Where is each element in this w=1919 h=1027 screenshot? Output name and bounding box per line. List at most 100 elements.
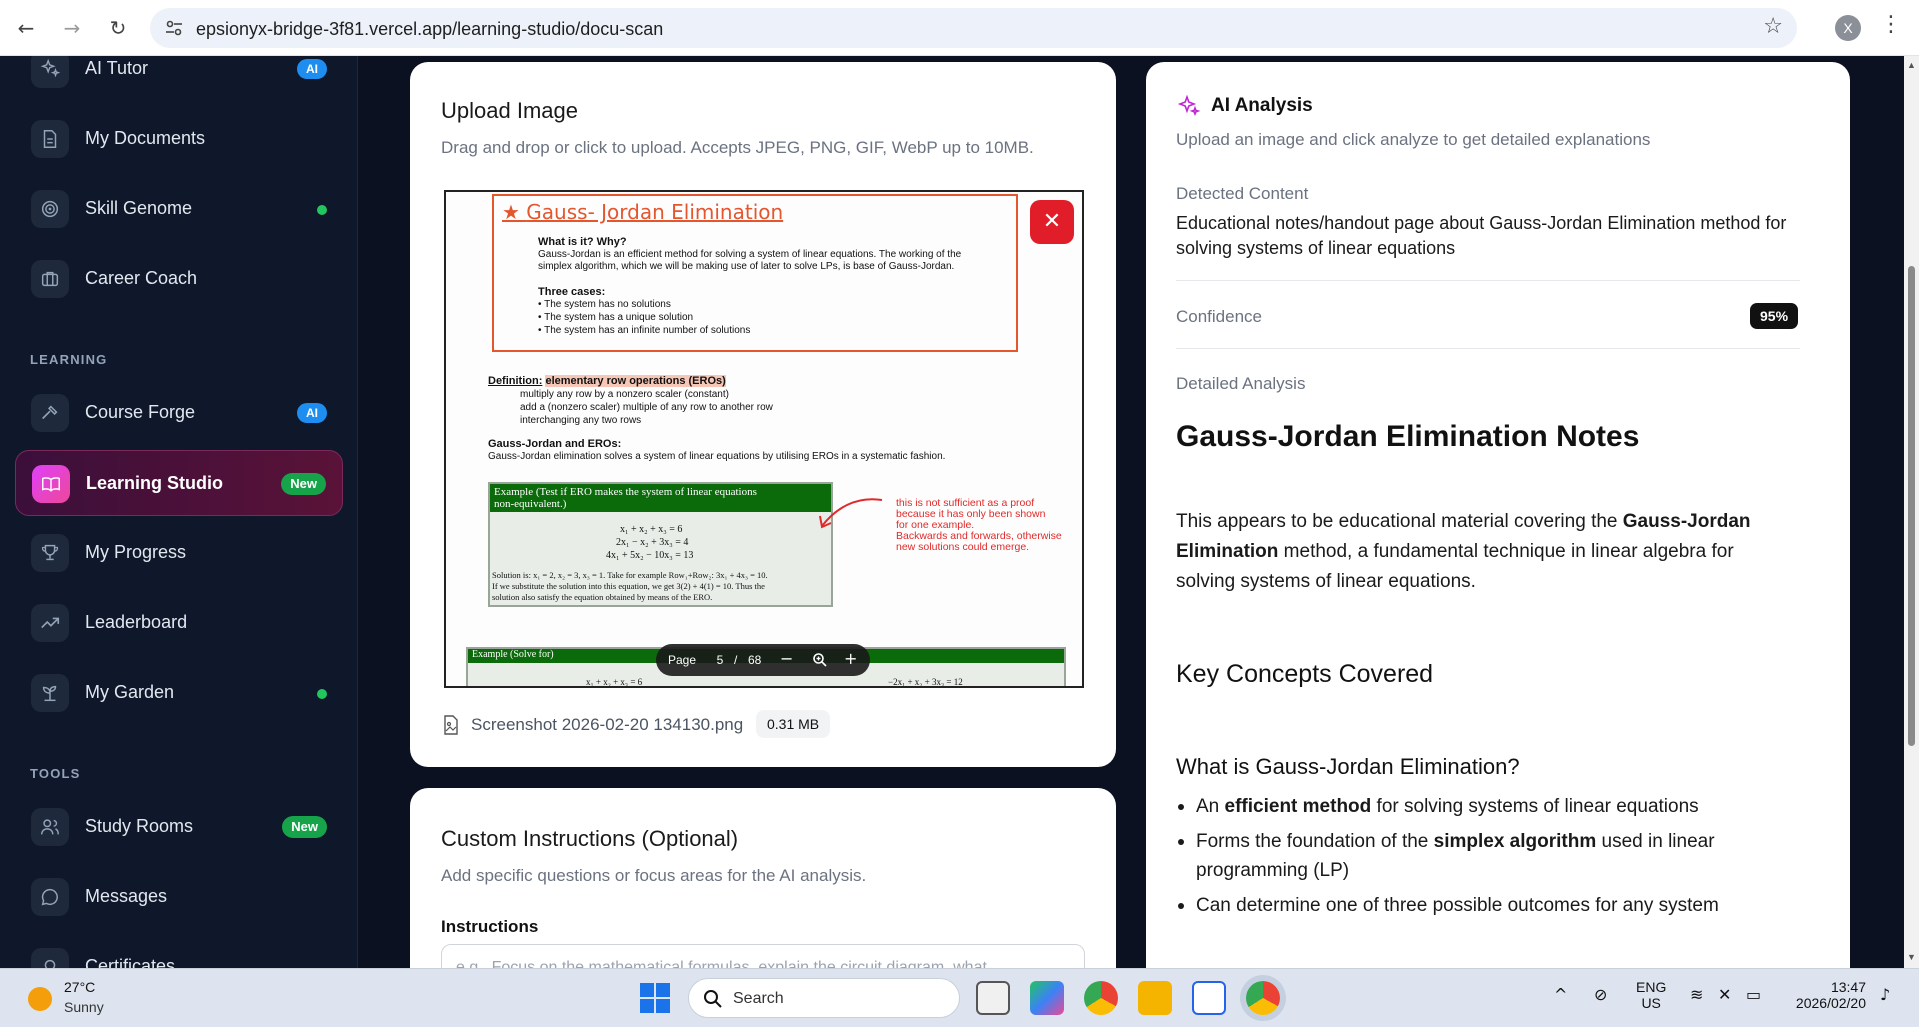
hammer-icon (31, 394, 69, 432)
store-icon[interactable] (1192, 981, 1226, 1015)
image-file-icon (444, 715, 458, 735)
what-is-heading: What is Gauss-Jordan Elimination? (1176, 754, 1520, 779)
doc-case: • The system has a unique solution (538, 312, 694, 323)
divider (1176, 348, 1800, 349)
bookmark-star-icon[interactable]: ☆ (1763, 14, 1783, 39)
site-settings-icon[interactable] (164, 18, 184, 38)
sidebar-item-my-progress[interactable]: My Progress (15, 520, 343, 586)
forward-icon[interactable]: → (56, 12, 88, 44)
windows-start-icon[interactable] (640, 983, 670, 1013)
sidebar-item-label: My Garden (85, 682, 175, 702)
trophy-icon (31, 534, 69, 572)
chevron-up-icon[interactable]: ^ (1554, 985, 1567, 1004)
sidebar-item-skill-genome[interactable]: Skill Genome (15, 176, 343, 242)
doc-definition-item: add a (nonzero scaler) multiple of any r… (520, 402, 773, 413)
zoom-reset-icon[interactable] (812, 652, 828, 668)
sidebar-item-label: Study Rooms (85, 816, 194, 836)
new-badge: New (282, 816, 327, 838)
doc-what-body-2: simplex algorithm, which we will be maki… (538, 261, 955, 272)
doc-definition: Definition: elementary row operations (E… (488, 375, 726, 387)
weather-temperature[interactable]: 27°C (64, 979, 95, 995)
bullet-text: Forms the foundation of the (1196, 831, 1434, 852)
battery-icon[interactable]: ▭ (1746, 985, 1761, 1004)
profile-avatar[interactable]: X (1835, 15, 1861, 41)
confidence-badge: 95% (1750, 303, 1799, 329)
sidebar-item-leaderboard[interactable]: Leaderboard (15, 590, 343, 656)
chrome-icon[interactable] (1084, 981, 1118, 1015)
taskbar-search[interactable]: Search (688, 978, 960, 1018)
sidebar-item-course-forge[interactable]: Course Forge AI (15, 380, 343, 446)
scrollbar-thumb[interactable] (1908, 266, 1915, 746)
doc-equation: 2x₁ − x₂ + 3x₃ = 4 (616, 537, 689, 548)
sparkle-icon (31, 56, 69, 88)
sidebar-item-messages[interactable]: Messages (15, 864, 343, 930)
remove-image-button[interactable]: ✕ (1030, 200, 1074, 244)
status-dot (317, 205, 327, 215)
doc-example-head-2: non-equivalent.) (494, 498, 567, 510)
sparkle-icon (1177, 94, 1200, 117)
browser-menu-icon[interactable]: ⋮ (1880, 12, 1902, 37)
doc-equation: x₁ + x₂ + x₃ = 6 (586, 677, 643, 687)
doc-solution: solution also satisfy the equation obtai… (492, 592, 713, 602)
certificate-icon (31, 948, 69, 968)
notification-bell-icon[interactable]: ♪ (1880, 985, 1890, 1004)
page-scrollbar[interactable]: ▲ ▼ (1904, 56, 1919, 968)
address-bar[interactable]: epsionyx-bridge-3f81.vercel.app/learning… (150, 8, 1797, 48)
sidebar-item-label: My Progress (85, 542, 187, 562)
copilot-icon[interactable] (1030, 981, 1064, 1015)
scroll-up-icon[interactable]: ▲ (1907, 60, 1916, 70)
page-total: 68 (748, 653, 762, 667)
file-explorer-icon[interactable] (1138, 981, 1172, 1015)
doc-definition-prefix: Definition: (488, 375, 543, 387)
sun-icon (28, 987, 52, 1011)
doc-ero-body: Gauss-Jordan elimination solves a system… (488, 451, 946, 462)
list-item: Can determine one of three possible outc… (1176, 891, 1796, 920)
network-off-icon[interactable]: ⊘ (1594, 985, 1607, 1004)
sidebar-item-certificates[interactable]: Certificates (15, 934, 343, 968)
list-item: An efficient method for solving systems … (1176, 792, 1796, 821)
weather-condition[interactable]: Sunny (64, 999, 104, 1015)
doc-definition-term: elementary row operations (EROs) (545, 375, 726, 387)
doc-definition-item: multiply any row by a nonzero scaler (co… (520, 389, 729, 400)
briefcase-icon (31, 260, 69, 298)
reload-icon[interactable]: ↻ (102, 12, 134, 44)
doc-case-text: The system has an infinite number of sol… (544, 325, 751, 336)
doc-example-box: Example (Test if ERO makes the system of… (488, 482, 833, 607)
url-text[interactable]: epsionyx-bridge-3f81.vercel.app/learning… (196, 19, 663, 40)
file-size-badge: 0.31 MB (756, 710, 831, 738)
section-label-tools: TOOLS (30, 766, 81, 781)
zoom-in-icon[interactable]: + (844, 649, 857, 668)
language-indicator[interactable]: ENG US (1636, 979, 1666, 1011)
sidebar-item-my-documents[interactable]: My Documents (15, 106, 343, 172)
sidebar-item-label: Leaderboard (85, 612, 188, 632)
new-badge: New (281, 473, 326, 495)
speaker-muted-icon[interactable]: ✕ (1718, 985, 1731, 1004)
file-name: Screenshot 2026-02-20 134130.png (471, 715, 744, 734)
document-preview[interactable]: ★ Gauss- Jordan Elimination What is it? … (444, 190, 1084, 688)
ai-badge: AI (297, 403, 327, 423)
sidebar-item-study-rooms[interactable]: Study Rooms New (15, 794, 343, 860)
sidebar-item-label: Career Coach (85, 268, 198, 288)
sidebar: AI Tutor AI My Documents Skill Genome Ca… (0, 56, 358, 968)
clock[interactable]: 13:47 2026/02/20 (1790, 979, 1866, 1011)
task-view-icon[interactable] (976, 981, 1010, 1015)
wifi-icon[interactable]: ≋ (1690, 985, 1703, 1004)
sidebar-item-my-garden[interactable]: My Garden (15, 660, 343, 726)
bullet-bold: simplex algorithm (1433, 831, 1597, 852)
doc-example-head-1: Example (Test if ERO makes the system of… (494, 486, 757, 498)
page-number-input[interactable]: 5 (710, 651, 730, 669)
doc-case-text: The system has no solutions (544, 299, 671, 310)
bullet-text: for solving systems of linear equations (1371, 796, 1699, 817)
trending-up-icon (31, 604, 69, 642)
zoom-out-icon[interactable]: − (780, 649, 793, 668)
sprout-icon (31, 674, 69, 712)
analysis-intro: This appears to be educational material … (1176, 507, 1796, 597)
chrome-active-icon[interactable] (1246, 981, 1280, 1015)
sidebar-item-career-coach[interactable]: Career Coach (15, 246, 343, 312)
scroll-down-icon[interactable]: ▼ (1907, 952, 1916, 962)
back-icon[interactable]: ← (10, 12, 42, 44)
doc-intro-box: ★ Gauss- Jordan Elimination What is it? … (492, 194, 1018, 352)
sidebar-item-learning-studio[interactable]: Learning Studio New (15, 450, 343, 516)
page-separator: / (734, 653, 738, 667)
sidebar-item-ai-tutor[interactable]: AI Tutor AI (15, 56, 343, 102)
